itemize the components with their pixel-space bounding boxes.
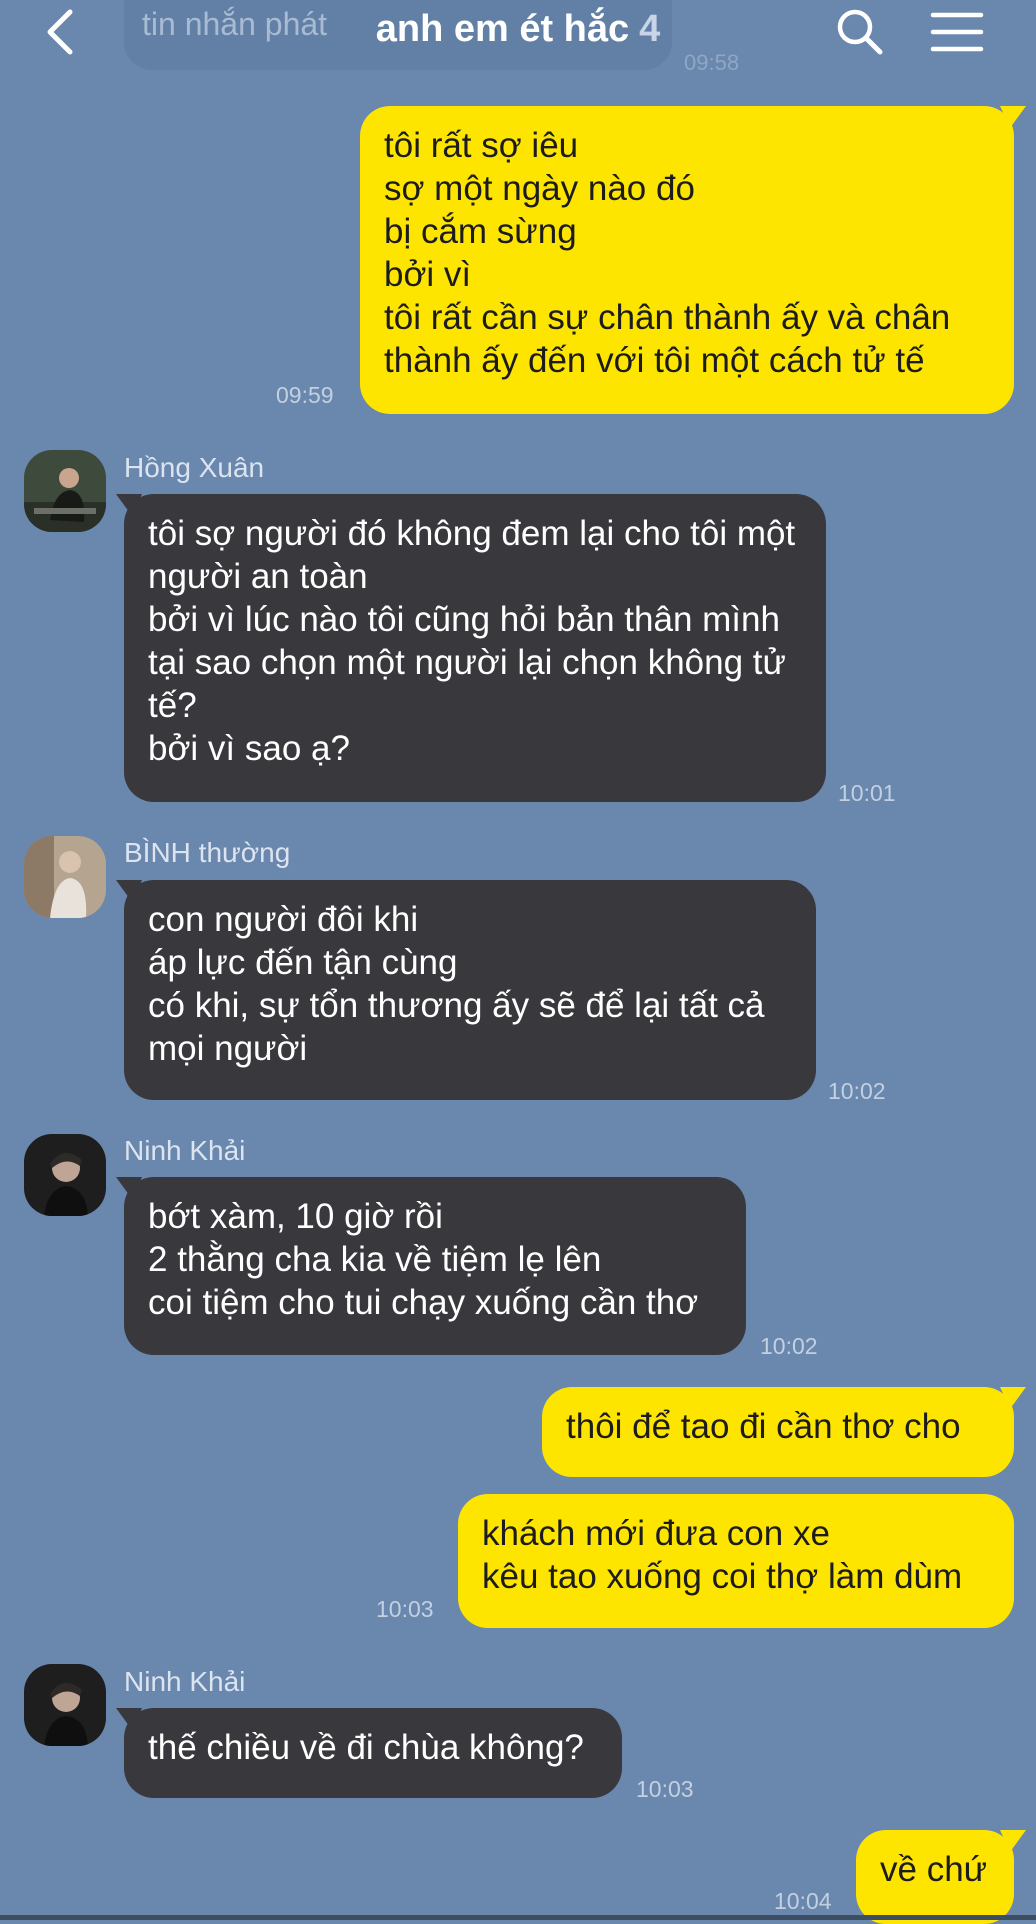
message-time: 10:04 (774, 1888, 832, 1914)
message-time: 09:59 (276, 382, 334, 408)
previous-message-time: 09:58 (684, 50, 740, 75)
back-button[interactable] (40, 6, 88, 58)
hamburger-menu-icon (930, 12, 984, 52)
menu-button[interactable] (930, 10, 984, 54)
avatar[interactable] (24, 1134, 106, 1216)
avatar[interactable] (24, 450, 106, 532)
previous-message-preview: tin nhắn phát (142, 6, 328, 42)
avatar[interactable] (24, 836, 106, 918)
incoming-message-bubble[interactable]: bớt xàm, 10 giờ rồi 2 thằng cha kia về t… (124, 1177, 746, 1355)
chat-header: tin nhắn phát 09:58 anh em ét hắc 4 (0, 0, 1036, 75)
chevron-left-icon (47, 9, 73, 55)
outgoing-message-bubble[interactable]: về chứ (856, 1830, 1014, 1924)
incoming-message-bubble[interactable]: tôi sợ người đó không đem lại cho tôi mộ… (124, 494, 826, 802)
sender-name: Ninh Khải (124, 1666, 246, 1697)
sender-name: Ninh Khải (124, 1135, 246, 1166)
message-time: 10:01 (838, 780, 896, 806)
outgoing-message-bubble[interactable]: khách mới đưa con xe kêu tao xuống coi t… (458, 1494, 1014, 1628)
message-time: 10:02 (760, 1333, 818, 1359)
outgoing-message-bubble[interactable]: tôi rất sợ iêu sợ một ngày nào đó bị cắm… (360, 106, 1014, 414)
incoming-message-bubble[interactable]: con người đôi khi áp lực đến tận cùng có… (124, 880, 816, 1100)
bottom-divider (0, 1915, 1036, 1920)
search-icon (837, 9, 883, 55)
search-button[interactable] (834, 6, 886, 58)
bubble-tail (1000, 1830, 1026, 1852)
outgoing-message-bubble[interactable]: thôi để tao đi cần thơ cho (542, 1387, 1014, 1477)
sender-name: Hồng Xuân (124, 452, 265, 483)
bubble-tail (1000, 1387, 1026, 1409)
incoming-message-bubble[interactable]: thế chiều về đi chùa không? (124, 1708, 622, 1798)
avatar[interactable] (24, 1664, 106, 1746)
message-time: 10:03 (376, 1596, 434, 1622)
message-time: 10:02 (828, 1078, 886, 1104)
sender-name: BÌNH thường (124, 837, 291, 868)
message-time: 10:03 (636, 1776, 694, 1802)
bubble-tail (1000, 106, 1026, 128)
